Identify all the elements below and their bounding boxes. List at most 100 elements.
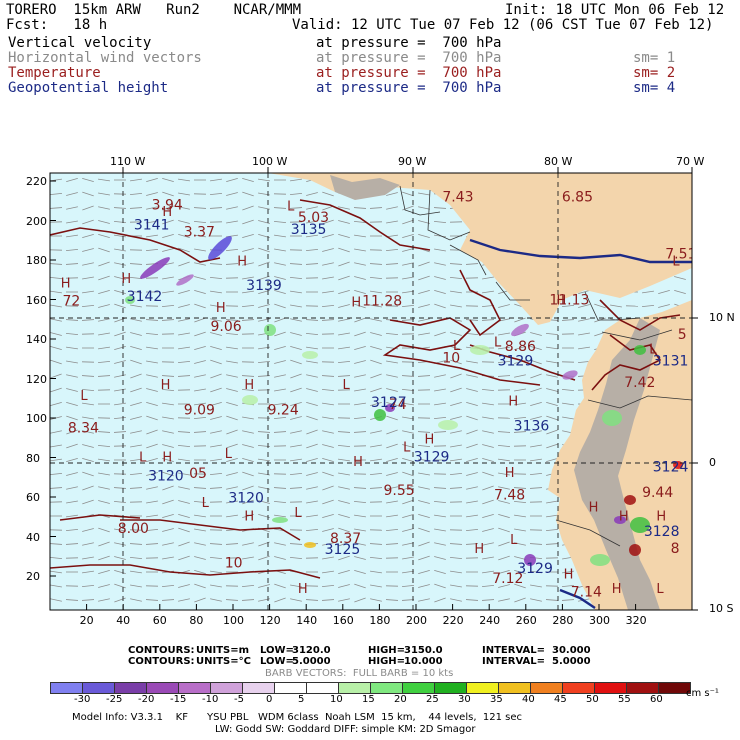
x-grid-label: 20 [79, 614, 94, 627]
colorbar-swatch [306, 682, 339, 694]
colorbar-tick-label: 40 [522, 694, 535, 705]
temperature-label: 7.42 [624, 375, 655, 391]
x-grid-label: 320 [625, 614, 647, 627]
temperature-label: 11.28 [362, 293, 402, 309]
high-low-marker: H [61, 277, 71, 292]
colorbar-tick-label: -5 [234, 694, 244, 705]
x-grid-label: 140 [296, 614, 318, 627]
y-grid-label: 60 [26, 491, 40, 504]
colorbar-swatch [274, 682, 307, 694]
contours-temp-interval-label: INTERVAL= [482, 656, 545, 667]
colorbar-tick-label: 0 [266, 694, 273, 705]
contours-temp-high: 10.000 [404, 656, 443, 667]
vv-patch [304, 542, 316, 548]
x-grid-label: 240 [479, 614, 501, 627]
high-low-marker: H [351, 296, 361, 311]
high-low-marker: H [298, 582, 308, 597]
contours-temp-low-label: LOW= [260, 656, 294, 667]
longitude-label: 70 W [676, 155, 705, 168]
high-low-marker: L [202, 496, 210, 511]
temperature-label: 7.43 [442, 190, 473, 206]
colorbar-tick-label: 15 [362, 694, 375, 705]
vv-patch [470, 345, 490, 355]
longitude-label: 80 W [544, 155, 573, 168]
colorbar-tick-label: 30 [458, 694, 471, 705]
longitude-label: 90 W [398, 155, 427, 168]
longitude-label: 100 W [252, 155, 288, 168]
temperature-label: 05 [189, 466, 207, 482]
height-label: 3120 [228, 491, 264, 507]
high-low-marker: H [556, 293, 566, 308]
high-low-marker: H [474, 542, 484, 557]
vv-patch [264, 324, 276, 336]
high-low-marker: H [162, 450, 172, 465]
y-grid-label: 120 [26, 372, 47, 386]
longitude-label: 110 W [110, 155, 146, 168]
contours-temp-low: 5.0000 [292, 656, 331, 667]
high-low-marker: H [656, 510, 666, 525]
y-grid-label: 40 [26, 530, 40, 544]
high-low-marker: H [244, 378, 254, 393]
colorbar-tick-label: -25 [106, 694, 123, 705]
high-low-marker: L [656, 582, 664, 597]
temperature-label: 9.24 [268, 403, 299, 419]
x-grid-label: 220 [442, 614, 464, 627]
x-grid-label: 180 [369, 614, 391, 627]
temperature-label: 7.14 [571, 584, 602, 600]
temperature-label: 3.37 [184, 224, 215, 240]
high-low-marker: H [589, 501, 599, 516]
latitude-label: 10 N [709, 311, 735, 324]
vv-patch [634, 345, 646, 355]
high-low-marker: H [508, 395, 518, 410]
x-grid-label: 280 [552, 614, 574, 627]
x-grid-label: 200 [406, 614, 427, 627]
vv-patch [590, 554, 610, 566]
colorbar-labels: -30 -25 -20 -15 -10 -5 0 5 10 15 20 25 30 35 40 45 50 55 6… [50, 694, 740, 708]
high-low-marker: H [505, 466, 515, 481]
height-label: 3120 [148, 468, 184, 484]
temperature-label: 8.34 [68, 420, 99, 436]
high-low-marker: H [244, 510, 254, 525]
colorbar-tick-label: -10 [202, 694, 219, 705]
model-info-line: Model Info: V3.3.1 KF YSU PBL WDM 6class… [72, 712, 522, 723]
colorbar-tick-label: 10 [330, 694, 343, 705]
high-low-marker: H [619, 510, 629, 525]
high-low-marker: H [121, 272, 131, 287]
colorbar-swatch [370, 682, 403, 694]
colorbar-swatch [530, 682, 563, 694]
colorbar-tick-label: 25 [426, 694, 439, 705]
physics-info-line: LW: Godd SW: Goddard DIFF: simple KM: 2D… [215, 724, 476, 735]
height-label: 3125 [325, 542, 361, 558]
latitude-label: 0 [709, 456, 716, 469]
weather-map: 3.943.375.037.43 6.857.5111.28 11.13729.06… [49, 167, 698, 611]
map-plot-area: 3.943.375.037.43 6.857.5111.28 11.13729.06… [50, 173, 692, 610]
colorbar-tick-label: 5 [298, 694, 305, 705]
colorbar-swatch [50, 682, 83, 694]
high-low-marker: H [237, 254, 247, 269]
temperature-label: 9.09 [184, 403, 215, 419]
high-low-marker: L [294, 506, 302, 521]
high-low-marker: L [453, 339, 461, 354]
y-grid-label: 200 [26, 214, 47, 228]
temperature-label: 5 [678, 327, 687, 343]
temperature-label: 9.55 [383, 483, 414, 499]
colorbar-tick-label: 45 [554, 694, 567, 705]
height-label: 3129 [498, 354, 534, 370]
high-low-marker: H [612, 582, 622, 597]
high-low-marker: H [425, 433, 435, 448]
temperature-label: 8 [671, 541, 680, 557]
x-grid-label: 260 [515, 614, 537, 627]
y-grid-label: 80 [26, 451, 40, 465]
high-low-marker: L [287, 200, 295, 215]
vv-patch [602, 410, 622, 426]
x-grid-label: 120 [259, 614, 281, 627]
y-grid-label: 220 [26, 175, 47, 188]
high-low-marker: H [353, 455, 363, 470]
height-label: 3128 [644, 524, 680, 540]
colorbar-tick-label: 50 [586, 694, 599, 705]
x-grid-label: 40 [116, 614, 131, 627]
x-grid-label: 100 [223, 614, 244, 627]
high-low-marker: L [225, 447, 233, 462]
colorbar-tick-label: -15 [170, 694, 187, 705]
high-low-marker: L [672, 254, 680, 269]
